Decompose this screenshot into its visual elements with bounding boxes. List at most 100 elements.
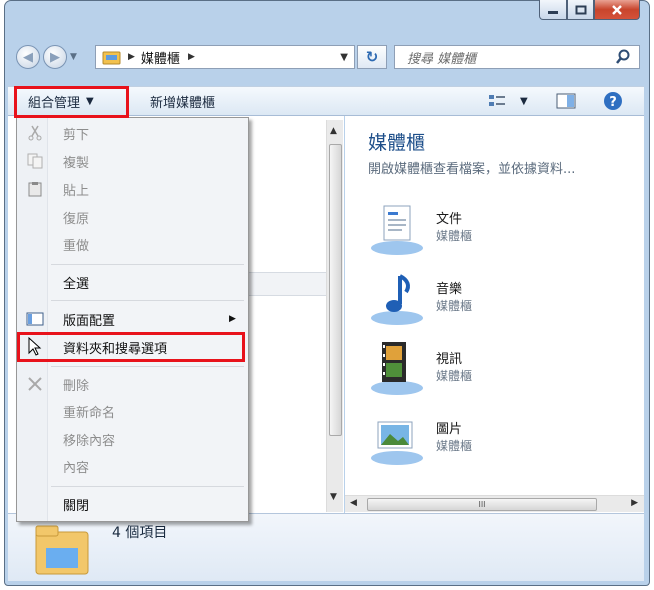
menu-item-remove-properties[interactable]: 移除內容 (19, 427, 246, 451)
new-library-label: 新增媒體櫃 (150, 95, 216, 111)
change-view-button[interactable] (488, 87, 506, 115)
menu-item-label: 刪除 (63, 378, 90, 394)
details-pane: 4 個項目 (8, 513, 644, 581)
item-count: 4 個項目 (112, 525, 168, 541)
menu-item-undo[interactable]: 復原 (19, 205, 246, 229)
svg-text:?: ? (609, 95, 617, 110)
library-item-name: 文件 (436, 212, 463, 227)
caption-buttons (539, 0, 640, 22)
search-box[interactable]: 搜尋 媒體櫃 (394, 45, 640, 69)
submenu-arrow-icon: ▶ (229, 314, 236, 324)
library-item-name: 圖片 (436, 422, 463, 437)
menu-item-label: 移除內容 (63, 433, 116, 449)
vertical-scroll-thumb[interactable] (329, 144, 342, 436)
menu-item-rename[interactable]: 重新命名 (19, 399, 246, 423)
menu-item-select-all[interactable]: 全選 (19, 270, 246, 294)
scissors-icon (26, 124, 44, 142)
menu-separator (51, 264, 244, 265)
pictures-library-icon (371, 421, 423, 465)
minimize-icon (548, 10, 558, 14)
back-arrow-icon: ◀ (23, 49, 33, 65)
menu-item-cut[interactable]: 剪下 (19, 121, 246, 145)
horizontal-scroll-thumb[interactable]: III (367, 498, 597, 511)
maximize-button[interactable] (567, 0, 594, 20)
breadcrumb-libraries[interactable]: 媒體櫃 (141, 48, 180, 67)
library-item-pictures[interactable]: 圖片 媒體櫃 (368, 410, 638, 470)
menu-item-copy[interactable]: 複製 (19, 149, 246, 173)
library-title: 媒體櫃 (368, 132, 426, 154)
forward-arrow-icon: ▶ (50, 49, 60, 65)
menu-separator (51, 366, 244, 367)
chevron-down-icon: ▼ (520, 95, 528, 107)
organize-dropdown-menu: 剪下 複製 貼上 復原 重做 全選 版面配置 ▶ 資料夾和搜尋選項 刪除 重新命… (16, 117, 249, 522)
horizontal-scrollbar[interactable]: ◀ III ▶ (345, 495, 644, 512)
videos-library-icon (371, 342, 423, 395)
address-history-dropdown[interactable]: ▼ (340, 52, 348, 63)
menu-item-label: 重做 (63, 238, 90, 254)
menu-item-label: 復原 (63, 211, 90, 227)
minimize-button[interactable] (539, 0, 567, 20)
library-item-documents[interactable]: 文件 媒體櫃 (368, 200, 638, 260)
close-icon (612, 4, 622, 15)
vertical-scrollbar[interactable]: ▲ ▼ (326, 120, 343, 512)
library-item-music[interactable]: 音樂 媒體櫃 (368, 270, 638, 330)
search-icon[interactable] (615, 49, 631, 65)
layout-icon (26, 310, 44, 328)
forward-button[interactable]: ▶ (43, 45, 67, 69)
menu-item-label: 版面配置 (63, 313, 116, 329)
search-placeholder: 搜尋 媒體櫃 (407, 51, 477, 67)
back-button[interactable]: ◀ (16, 45, 40, 69)
chevron-down-icon: ▼ (70, 52, 77, 62)
menu-item-layout[interactable]: 版面配置 ▶ (19, 307, 246, 331)
libraries-folder-icon (35, 525, 89, 575)
library-item-type: 媒體櫃 (436, 299, 473, 313)
breadcrumb-separator-icon[interactable]: ▶ (188, 52, 195, 62)
library-item-videos[interactable]: 視訊 媒體櫃 (368, 340, 638, 400)
library-item-type: 媒體櫃 (436, 369, 473, 383)
refresh-icon: ↻ (365, 48, 379, 66)
scroll-right-icon[interactable]: ▶ (631, 498, 638, 508)
scroll-up-icon[interactable]: ▲ (330, 126, 337, 136)
view-list-icon (489, 95, 505, 106)
menu-item-label: 全選 (63, 276, 90, 292)
library-item-type: 媒體櫃 (436, 439, 473, 453)
address-bar[interactable]: ▶ 媒體櫃 ▶ ▼ (95, 45, 355, 69)
folder-libraries-icon (102, 51, 121, 65)
refresh-button[interactable]: ↻ (357, 45, 387, 69)
help-button[interactable]: ? (603, 87, 623, 115)
menu-item-label: 貼上 (63, 183, 90, 199)
maximize-icon (575, 5, 586, 14)
clipboard-icon (26, 180, 44, 198)
library-item-name: 音樂 (436, 282, 463, 297)
menu-item-close[interactable]: 關閉 (19, 492, 246, 516)
delete-x-icon (26, 375, 44, 393)
close-button[interactable] (594, 0, 640, 20)
music-library-icon (371, 274, 423, 325)
menu-separator (51, 486, 244, 487)
view-options-dropdown[interactable]: ▼ (520, 87, 528, 115)
menu-item-delete[interactable]: 刪除 (19, 372, 246, 396)
scroll-left-icon[interactable]: ◀ (350, 498, 357, 508)
menu-separator (51, 300, 244, 301)
menu-item-properties[interactable]: 內容 (19, 454, 246, 478)
copy-icon (26, 152, 44, 170)
library-item-name: 視訊 (436, 352, 463, 367)
breadcrumb-separator-icon: ▶ (128, 52, 135, 62)
menu-item-label: 關閉 (63, 498, 90, 514)
new-library-button[interactable]: 新增媒體櫃 (150, 87, 215, 115)
menu-item-redo[interactable]: 重做 (19, 232, 246, 256)
menu-item-paste[interactable]: 貼上 (19, 177, 246, 201)
recent-pages-dropdown[interactable]: ▼ (70, 52, 82, 64)
menu-item-label: 剪下 (63, 127, 90, 143)
scroll-down-icon[interactable]: ▼ (330, 492, 337, 502)
menu-item-label: 重新命名 (63, 405, 116, 421)
folder-options-highlight-box (17, 332, 245, 362)
documents-library-icon (371, 205, 423, 255)
library-subtitle: 開啟媒體櫃查看檔案，並依據資料... (368, 162, 576, 177)
preview-pane-button[interactable] (556, 87, 576, 115)
organize-highlight-box (14, 86, 129, 118)
menu-item-label: 複製 (63, 155, 90, 171)
menu-item-label: 內容 (63, 460, 90, 476)
preview-pane-icon (556, 93, 576, 109)
help-icon: ? (604, 92, 622, 110)
